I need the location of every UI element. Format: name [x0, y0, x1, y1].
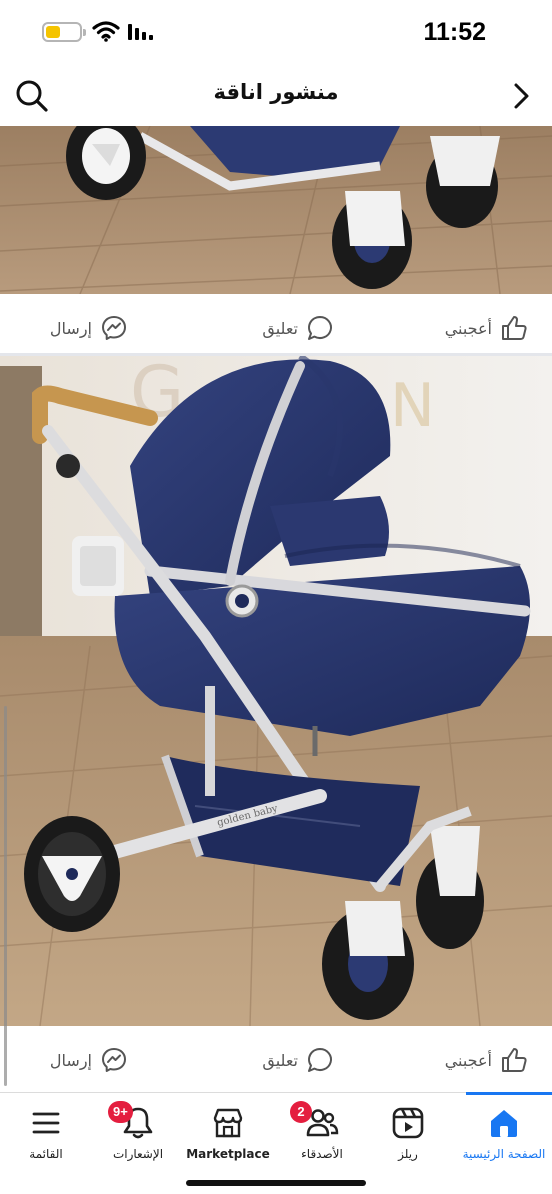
- stroller-photo-1-image: [0, 126, 552, 294]
- messenger-icon: [102, 1048, 126, 1072]
- status-bar: 11:52: [0, 0, 552, 66]
- nav-item-home[interactable]: الصفحة الرئيسية: [458, 1093, 550, 1173]
- comment-button[interactable]: تعليق: [262, 1030, 334, 1090]
- nav-item-reels[interactable]: ريلز: [362, 1093, 454, 1173]
- home-icon: [491, 1110, 517, 1137]
- like-button[interactable]: أعجبني: [445, 1030, 528, 1090]
- post-actions-1: أعجبني تعليق إرسال: [0, 298, 552, 358]
- send-button[interactable]: إرسال: [50, 298, 128, 358]
- nav-label-reels: ريلز: [398, 1147, 418, 1161]
- send-label: إرسال: [49, 318, 92, 338]
- notifications-badge: 9+: [108, 1101, 133, 1123]
- comment-label: تعليق: [262, 318, 298, 338]
- marketplace-icon: [213, 1108, 243, 1138]
- home-indicator[interactable]: [186, 1180, 366, 1186]
- like-label: أعجبني: [444, 1050, 492, 1070]
- send-button[interactable]: إرسال: [50, 1030, 128, 1090]
- post-photo-1[interactable]: [0, 126, 552, 294]
- menu-icon: [32, 1112, 60, 1134]
- nav-item-notifications[interactable]: 9+ الإشعارات: [92, 1093, 184, 1173]
- nav-label-notifications: الإشعارات: [112, 1147, 164, 1161]
- status-time: 11:52: [423, 18, 486, 46]
- nav-item-friends[interactable]: 2 الأصدقاء: [276, 1093, 368, 1173]
- like-icon: [502, 1048, 527, 1072]
- comment-button[interactable]: تعليق: [262, 298, 334, 358]
- nav-label-marketplace: Marketplace: [186, 1147, 270, 1161]
- cellular-signal-icon: [128, 24, 153, 40]
- reels-icon: [392, 1107, 424, 1139]
- nav-item-menu[interactable]: القائمة: [0, 1093, 92, 1173]
- post-actions-2: أعجبني تعليق إرسال: [0, 1030, 552, 1090]
- header: منشور اناقة: [0, 66, 552, 126]
- nav-label-friends: الأصدقاء: [301, 1147, 343, 1161]
- like-button[interactable]: أعجبني: [445, 298, 528, 358]
- nav-item-marketplace[interactable]: Marketplace: [180, 1093, 276, 1173]
- scrollbar[interactable]: [4, 706, 7, 1086]
- nav-label-menu: القائمة: [29, 1147, 63, 1161]
- friends-badge: 2: [290, 1101, 312, 1123]
- comment-icon: [308, 1048, 332, 1072]
- bottom-nav: الصفحة الرئيسية ريلز 2 الأصدقاء Marketpl…: [0, 1092, 552, 1194]
- chevron-right-icon[interactable]: [510, 80, 534, 112]
- svg-text:N: N: [390, 371, 435, 441]
- messenger-icon: [102, 316, 126, 340]
- post-photo-2[interactable]: G N golden baby: [0, 356, 552, 1026]
- battery-icon: [42, 22, 86, 42]
- send-label: إرسال: [49, 1050, 92, 1070]
- nav-label-home: الصفحة الرئيسية: [462, 1147, 546, 1161]
- page-title: منشور اناقة: [213, 80, 339, 104]
- comment-icon: [308, 316, 332, 340]
- like-icon: [502, 316, 527, 340]
- comment-label: تعليق: [262, 1050, 298, 1070]
- wifi-icon: [92, 21, 120, 42]
- screen: 11:52 منشور اناقة أعجبني تعليق إرسال G N…: [0, 0, 552, 1194]
- like-label: أعجبني: [444, 318, 492, 338]
- stroller-photo-2-image: G N golden baby: [0, 356, 552, 1026]
